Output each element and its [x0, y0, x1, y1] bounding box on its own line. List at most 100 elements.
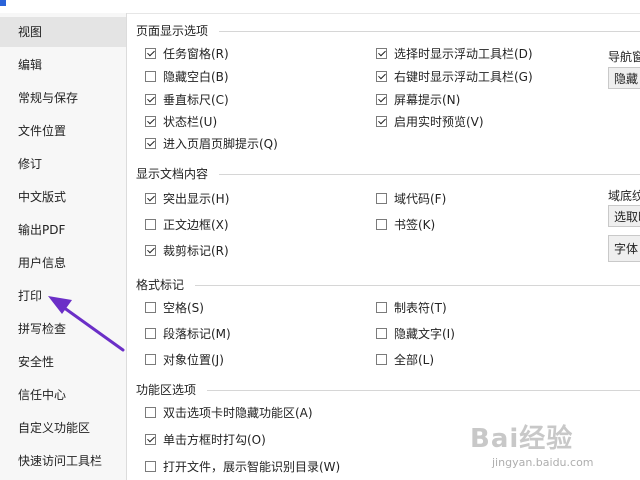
option-label: 屏幕提示(N): [394, 93, 461, 107]
options-main-panel: 页面显示选项 任务窗格(R) 隐藏空白(B) 垂直标尺(C) 状态栏(U) 进入…: [127, 13, 640, 480]
option-spaces[interactable]: 空格(S): [145, 298, 204, 318]
checkbox-checked[interactable]: [376, 116, 387, 127]
field-shading-label: 域底纹: [608, 189, 640, 203]
option-label: 突出显示(H): [163, 192, 230, 206]
option-label: 打开文件，展示智能识别目录(W): [163, 460, 341, 474]
sidebar-item-revision[interactable]: 修订: [0, 149, 126, 179]
checkbox[interactable]: [376, 193, 387, 204]
section-title-ribbon: 功能区选项: [136, 383, 197, 397]
option-label: 启用实时预览(V): [394, 115, 484, 129]
checkbox-checked[interactable]: [145, 116, 156, 127]
sidebar-item-security[interactable]: 安全性: [0, 347, 126, 377]
option-label: 双击选项卡时隐藏功能区(A): [163, 406, 313, 420]
option-label: 选择时显示浮动工具栏(D): [394, 47, 533, 61]
checkbox[interactable]: [145, 302, 156, 313]
option-label: 隐藏空白(B): [163, 70, 229, 84]
option-label: 进入页眉页脚提示(Q): [163, 137, 278, 151]
option-text-boundaries[interactable]: 正文边框(X): [145, 215, 229, 235]
checkbox[interactable]: [376, 354, 387, 365]
section-divider: [207, 390, 640, 391]
sidebar-item-general-save[interactable]: 常规与保存: [0, 83, 126, 113]
option-field-codes[interactable]: 域代码(F): [376, 189, 446, 209]
option-label: 书签(K): [394, 218, 436, 232]
sidebar-item-view[interactable]: 视图: [0, 17, 126, 47]
option-tab-characters[interactable]: 制表符(T): [376, 298, 447, 318]
app-accent: [0, 0, 6, 6]
option-label: 空格(S): [163, 301, 204, 315]
option-label: 状态栏(U): [163, 115, 218, 129]
sidebar-item-edit[interactable]: 编辑: [0, 50, 126, 80]
checkbox-checked[interactable]: [145, 138, 156, 149]
checkbox[interactable]: [376, 302, 387, 313]
sidebar-item-output-pdf[interactable]: 输出PDF: [0, 215, 126, 245]
sidebar-item-trust-center[interactable]: 信任中心: [0, 380, 126, 410]
sidebar-item-customize-ribbon[interactable]: 自定义功能区: [0, 413, 126, 443]
section-divider: [219, 174, 640, 175]
checkbox-checked[interactable]: [376, 71, 387, 82]
checkbox-checked[interactable]: [145, 434, 156, 445]
option-object-anchors[interactable]: 对象位置(J): [145, 350, 224, 370]
option-bookmarks[interactable]: 书签(K): [376, 215, 435, 235]
checkbox[interactable]: [145, 328, 156, 339]
option-float-toolbar-rightclick[interactable]: 右键时显示浮动工具栏(G): [376, 67, 533, 87]
option-label: 段落标记(M): [163, 327, 231, 341]
option-label: 裁剪标记(R): [163, 244, 229, 258]
option-live-preview[interactable]: 启用实时预览(V): [376, 112, 484, 132]
option-header-footer-hint[interactable]: 进入页眉页脚提示(Q): [145, 134, 278, 154]
option-dblclick-hide-ribbon[interactable]: 双击选项卡时隐藏功能区(A): [145, 403, 313, 423]
checkbox-checked[interactable]: [145, 94, 156, 105]
option-label: 任务窗格(R): [163, 47, 229, 61]
checkbox-checked[interactable]: [145, 245, 156, 256]
sidebar-item-chinese-layout[interactable]: 中文版式: [0, 182, 126, 212]
sidebar-item-file-location[interactable]: 文件位置: [0, 116, 126, 146]
option-label: 右键时显示浮动工具栏(G): [394, 70, 533, 84]
checkbox[interactable]: [145, 219, 156, 230]
option-label: 隐藏文字(I): [394, 327, 455, 341]
options-sidebar: 视图 编辑 常规与保存 文件位置 修订 中文版式 输出PDF 用户信息 打印 拼…: [0, 13, 127, 480]
option-label: 正文边框(X): [163, 218, 229, 232]
checkbox-checked[interactable]: [145, 48, 156, 59]
option-click-box-check[interactable]: 单击方框时打勾(O): [145, 430, 266, 450]
checkbox-checked[interactable]: [145, 193, 156, 204]
section-title-page-display: 页面显示选项: [136, 24, 209, 38]
nav-pane-dropdown[interactable]: 隐藏: [608, 67, 640, 89]
checkbox[interactable]: [376, 328, 387, 339]
checkbox[interactable]: [145, 71, 156, 82]
option-screen-tips[interactable]: 屏幕提示(N): [376, 90, 460, 110]
sidebar-item-quick-access-toolbar[interactable]: 快速访问工具栏: [0, 446, 126, 476]
checkbox[interactable]: [145, 461, 156, 472]
section-divider: [219, 31, 640, 32]
option-label: 域代码(F): [394, 192, 447, 206]
section-divider: [195, 285, 640, 286]
option-status-bar[interactable]: 状态栏(U): [145, 112, 217, 132]
option-vertical-ruler[interactable]: 垂直标尺(C): [145, 90, 229, 110]
option-label: 对象位置(J): [163, 353, 224, 367]
option-task-pane[interactable]: 任务窗格(R): [145, 44, 229, 64]
section-title-doc-content: 显示文档内容: [136, 167, 209, 181]
font-button[interactable]: 字体: [608, 235, 640, 262]
field-shading-dropdown[interactable]: 选取时: [608, 205, 640, 227]
checkbox-checked[interactable]: [376, 48, 387, 59]
option-hidden-text[interactable]: 隐藏文字(I): [376, 324, 455, 344]
option-label: 全部(L): [394, 353, 435, 367]
checkbox[interactable]: [145, 407, 156, 418]
checkbox[interactable]: [376, 219, 387, 230]
checkbox-checked[interactable]: [376, 94, 387, 105]
section-title-format-marks: 格式标记: [136, 278, 185, 292]
option-float-toolbar-select[interactable]: 选择时显示浮动工具栏(D): [376, 44, 533, 64]
sidebar-item-spell-check[interactable]: 拼写检查: [0, 314, 126, 344]
sidebar-item-print[interactable]: 打印: [0, 281, 126, 311]
nav-pane-label: 导航窗: [608, 50, 640, 64]
option-label: 单击方框时打勾(O): [163, 433, 266, 447]
option-label: 垂直标尺(C): [163, 93, 229, 107]
option-highlight[interactable]: 突出显示(H): [145, 189, 229, 209]
option-all-marks[interactable]: 全部(L): [376, 350, 434, 370]
checkbox[interactable]: [145, 354, 156, 365]
option-smart-toc[interactable]: 打开文件，展示智能识别目录(W): [145, 457, 340, 477]
sidebar-item-user-info[interactable]: 用户信息: [0, 248, 126, 278]
top-bar: [0, 0, 640, 14]
option-paragraph-marks[interactable]: 段落标记(M): [145, 324, 231, 344]
option-label: 制表符(T): [394, 301, 447, 315]
option-crop-marks[interactable]: 裁剪标记(R): [145, 241, 229, 261]
option-hide-blank[interactable]: 隐藏空白(B): [145, 67, 229, 87]
